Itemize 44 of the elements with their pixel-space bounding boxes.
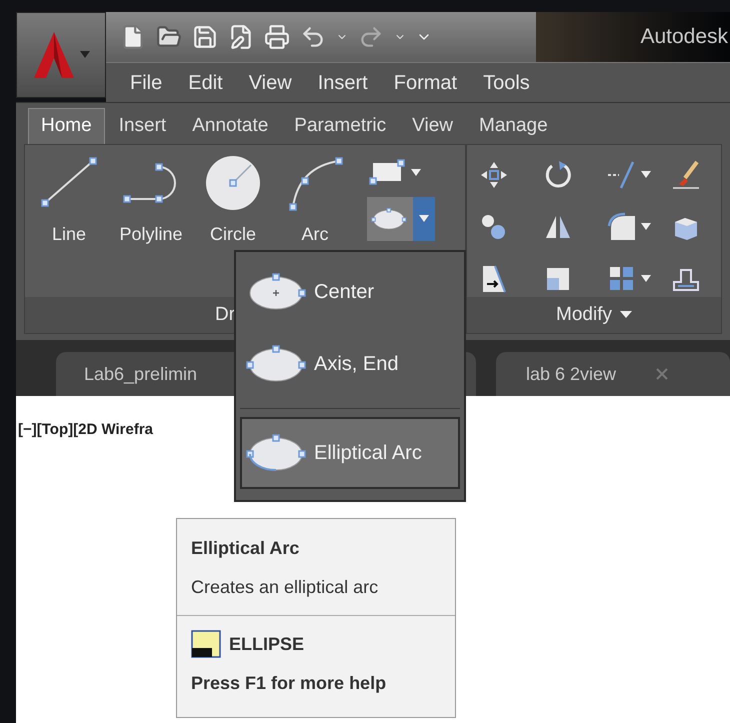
printer-icon[interactable] — [264, 24, 290, 50]
ellipse-button[interactable] — [367, 197, 413, 241]
caret-icon[interactable] — [641, 223, 651, 231]
panel-title[interactable]: Modify — [556, 300, 612, 330]
panel-title[interactable]: Dr — [214, 300, 236, 330]
menu-item[interactable]: View — [248, 68, 292, 98]
rotate-icon[interactable] — [543, 160, 573, 190]
rectangle-icon[interactable] — [367, 159, 407, 187]
menu-item[interactable]: File — [130, 68, 162, 98]
caret-icon — [80, 51, 90, 59]
window-title: Autodesk — [640, 24, 728, 50]
menu-item[interactable]: Axis, End — [240, 328, 460, 400]
save-icon[interactable] — [192, 24, 218, 50]
menu-item[interactable]: Format — [394, 68, 458, 98]
menu-item[interactable]: Insert — [318, 68, 368, 98]
ribbon-tab[interactable]: Annotate — [180, 108, 280, 144]
caret-icon[interactable] — [620, 311, 632, 319]
ribbon-tab[interactable]: Insert — [106, 108, 178, 144]
application-menu-button[interactable] — [16, 12, 106, 98]
command-name: ELLIPSE — [229, 632, 304, 656]
ribbon-tab[interactable]: Manage — [467, 108, 560, 144]
draw-tool-button[interactable]: Line — [29, 153, 109, 297]
menu-item[interactable]: Elliptical Arc — [240, 417, 460, 489]
caret-icon[interactable] — [411, 169, 421, 177]
caret-icon[interactable] — [641, 275, 651, 283]
draw-tool-button[interactable]: Polyline — [111, 153, 191, 297]
ellipse-dropdown-button[interactable] — [413, 197, 435, 241]
move-arrows-icon[interactable] — [479, 160, 509, 190]
file-tab[interactable]: lab 6 2view — [496, 352, 730, 396]
caret-icon[interactable] — [641, 171, 651, 179]
viewport-label[interactable]: [−][Top][2D Wirefra — [18, 421, 153, 438]
logo-icon — [32, 30, 76, 80]
tooltip-description: Creates an elliptical arc — [191, 576, 380, 599]
ribbon-tab[interactable]: View — [400, 108, 465, 144]
fillet-icon[interactable] — [607, 212, 637, 242]
command-icon — [191, 630, 221, 658]
help-hint: Press F1 for more help — [191, 672, 388, 695]
ribbon-tab[interactable]: Parametric — [282, 108, 398, 144]
tooltip-title: Elliptical Arc — [191, 537, 300, 560]
caret-icon — [419, 215, 429, 223]
menu-item[interactable]: Edit — [188, 68, 223, 98]
menu-item[interactable]: Tools — [483, 68, 530, 98]
ribbon-tab[interactable]: Home — [28, 108, 105, 144]
brush-icon[interactable] — [671, 160, 701, 190]
